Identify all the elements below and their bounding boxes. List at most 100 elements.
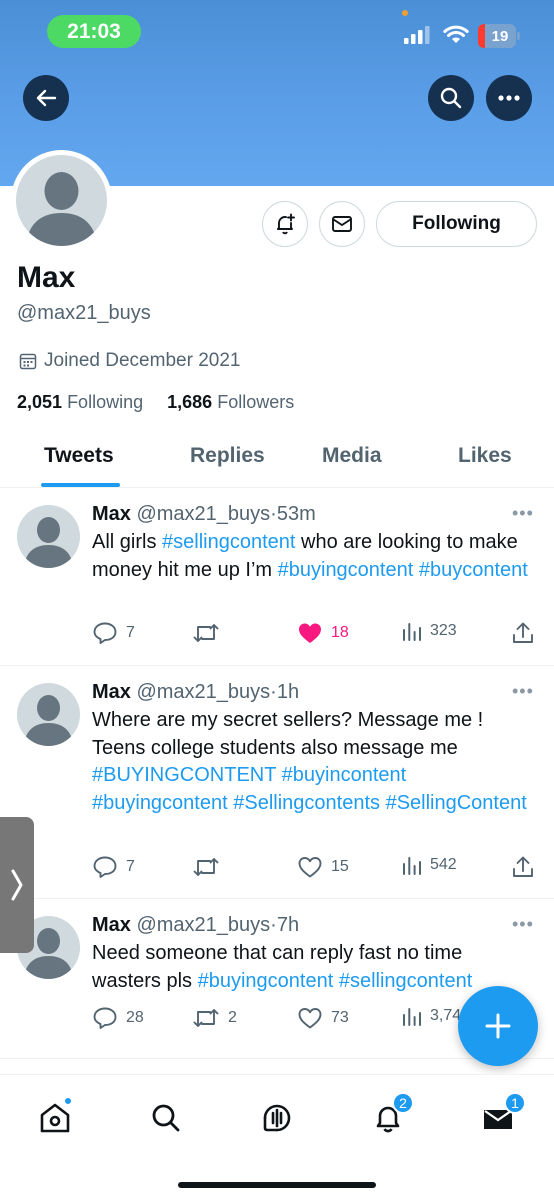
views-chart-icon	[403, 623, 421, 641]
tweet-text-segment: Where are my secret sellers? Message me …	[92, 709, 484, 759]
tab-media[interactable]: Media	[322, 444, 382, 468]
tweet-author-name[interactable]: Max	[92, 681, 131, 703]
reply-icon	[93, 1007, 117, 1029]
message-button[interactable]	[319, 201, 365, 247]
calendar-icon	[19, 353, 37, 370]
tweet-header: Max @max21_buys·1h	[92, 681, 300, 703]
home-icon	[40, 1103, 70, 1133]
nav-spaces[interactable]	[257, 1098, 297, 1138]
tweet-time[interactable]: 1h	[277, 681, 299, 703]
compose-tweet-button[interactable]	[458, 986, 538, 1066]
nav-search[interactable]	[146, 1098, 186, 1138]
search-icon	[152, 1104, 180, 1132]
profile-name: Max	[17, 261, 76, 294]
nav-home[interactable]	[35, 1096, 75, 1138]
reply-icon	[93, 856, 117, 878]
tweet-more-button[interactable]: •••	[512, 914, 534, 935]
tab-tweets[interactable]: Tweets	[44, 444, 114, 468]
tweet-item[interactable]: Max @max21_buys·1h ••• Where are my secr…	[0, 666, 554, 899]
back-button[interactable]	[23, 75, 69, 121]
nav-notifications[interactable]: 2	[368, 1092, 414, 1138]
tweet-more-button[interactable]: •••	[512, 681, 534, 702]
tweet-author-handle: @max21_buys	[136, 681, 271, 703]
profile-handle: @max21_buys	[17, 302, 151, 324]
envelope-icon	[332, 216, 352, 232]
hashtag-link[interactable]: #buyingcontent	[278, 559, 414, 581]
tweet-text: All girls #sellingcontent who are lookin…	[92, 529, 532, 584]
followers-link[interactable]: 1,686 Followers	[167, 392, 294, 412]
tweet-text-segment: All girls	[92, 531, 163, 553]
default-avatar-icon	[24, 695, 73, 746]
like-button[interactable]: 73	[297, 1006, 349, 1030]
share-button[interactable]	[512, 855, 534, 879]
hashtag-link[interactable]: #buycontent	[419, 559, 528, 581]
retweet-button[interactable]: 2	[192, 1006, 237, 1030]
hashtag-link[interactable]: #Sellingcontents	[233, 792, 380, 814]
hashtag-link[interactable]: #SellingContent	[386, 792, 527, 814]
notify-toggle-button[interactable]	[262, 201, 308, 247]
tweet-author-name[interactable]: Max	[92, 914, 131, 936]
follow-counts: 2,051 Following 1,686 Followers	[17, 392, 294, 413]
hashtag-link[interactable]: #sellingcontent	[339, 970, 472, 992]
reply-button[interactable]: 7	[92, 855, 135, 879]
tweet-avatar[interactable]	[17, 505, 80, 568]
home-indicator	[178, 1182, 376, 1188]
notifications-badge: 2	[392, 1092, 414, 1114]
tweet-author-handle: @max21_buys	[136, 914, 271, 936]
retweet-button[interactable]	[192, 855, 228, 879]
tab-replies[interactable]: Replies	[190, 444, 265, 468]
active-tab-indicator	[41, 483, 120, 487]
heart-outline-icon	[298, 857, 322, 878]
default-avatar-icon	[24, 517, 73, 568]
joined-text: Joined December 2021	[44, 350, 241, 371]
more-options-button[interactable]	[486, 75, 532, 121]
profile-tabs: Tweets Replies Media Likes	[0, 436, 554, 488]
tweet-time[interactable]: 53m	[277, 503, 316, 525]
tweet-time[interactable]: 7h	[277, 914, 299, 936]
home-unread-dot	[63, 1096, 73, 1106]
tweet-author-name[interactable]: Max	[92, 503, 131, 525]
reply-icon	[93, 622, 117, 644]
reply-button[interactable]: 7	[92, 621, 135, 645]
tweet-more-button[interactable]: •••	[512, 503, 534, 524]
reply-button[interactable]: 28	[92, 1006, 144, 1030]
battery-tip	[517, 32, 520, 40]
hashtag-link[interactable]: #BUYINGCONTENT	[92, 764, 276, 786]
battery-indicator: 19	[478, 24, 516, 48]
tweet-item[interactable]: Max @max21_buys·53m ••• All girls #selli…	[0, 488, 554, 666]
status-time: 21:03	[47, 15, 141, 48]
share-icon	[513, 622, 533, 643]
retweet-icon	[193, 858, 219, 876]
views-button[interactable]: 542	[402, 855, 457, 875]
side-panel-handle[interactable]	[0, 817, 34, 953]
following-button[interactable]: Following	[376, 201, 537, 247]
hashtag-link[interactable]: #buyincontent	[282, 764, 407, 786]
cellular-signal-icon	[404, 26, 430, 44]
chevron-right-icon	[11, 869, 23, 901]
privacy-indicator-dot	[402, 10, 408, 16]
hashtag-link[interactable]: #buyingcontent	[92, 792, 228, 814]
views-chart-icon	[403, 857, 421, 875]
views-button[interactable]: 323	[402, 621, 457, 641]
following-link[interactable]: 2,051 Following	[17, 392, 143, 412]
share-button[interactable]	[512, 621, 534, 645]
hashtag-link[interactable]: #buyingcontent	[198, 970, 334, 992]
tweet-header: Max @max21_buys·7h	[92, 914, 300, 936]
hashtag-link[interactable]: #sellingcontent	[162, 531, 295, 553]
share-icon	[513, 856, 533, 877]
tweet-author-handle: @max21_buys	[136, 503, 271, 525]
tweet-avatar[interactable]	[17, 683, 80, 746]
joined-date: Joined December 2021	[19, 350, 240, 372]
search-button[interactable]	[428, 75, 474, 121]
views-chart-icon	[403, 1008, 421, 1026]
tweet-text: Need someone that can reply fast no time…	[92, 940, 532, 995]
like-button[interactable]: 18	[297, 621, 349, 645]
like-button[interactable]: 15	[297, 855, 349, 879]
nav-messages[interactable]: 1	[478, 1092, 526, 1138]
tab-likes[interactable]: Likes	[458, 444, 512, 468]
heart-filled-icon	[299, 623, 321, 643]
default-avatar-icon	[26, 172, 97, 246]
views-button[interactable]: 3,74	[402, 1006, 461, 1026]
profile-avatar[interactable]	[11, 150, 112, 251]
retweet-button[interactable]	[192, 621, 228, 645]
